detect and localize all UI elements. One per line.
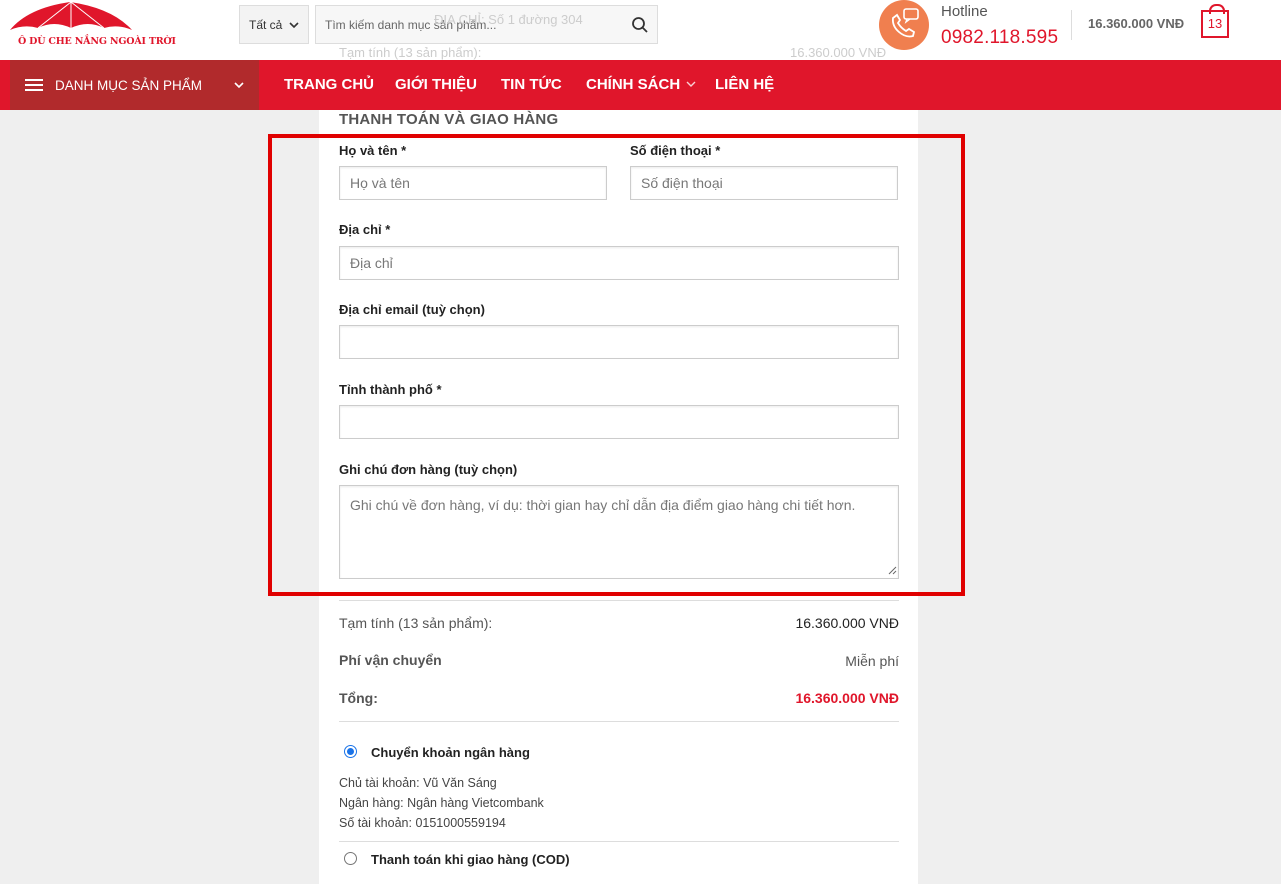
phone-chat-icon bbox=[891, 8, 919, 38]
cart-count: 13 bbox=[1207, 16, 1223, 31]
divider bbox=[339, 721, 899, 722]
total-value: 16.360.000 VNĐ bbox=[795, 690, 899, 706]
city-field[interactable] bbox=[339, 405, 899, 439]
main-nav: DANH MỤC SẢN PHẨM TRANG CHỦ GIỚI THIỆU T… bbox=[0, 60, 1281, 110]
name-label: Họ và tên * bbox=[339, 143, 407, 158]
search-icon[interactable] bbox=[631, 16, 649, 34]
city-label: Tỉnh thành phố * bbox=[339, 382, 442, 397]
category-menu-label: DANH MỤC SẢN PHẨM bbox=[55, 77, 203, 93]
category-select[interactable]: Tất cả bbox=[239, 5, 309, 44]
header-divider bbox=[1071, 10, 1072, 40]
bank-transfer-label[interactable]: Chuyển khoản ngân hàng bbox=[371, 745, 530, 760]
nav-item-contact[interactable]: LIÊN HỆ bbox=[715, 76, 774, 93]
logo-text: Ô DÙ CHE NẮNG NGOÀI TRỜI bbox=[18, 36, 176, 47]
behind-text-subtotal-value: 16.360.000 VNĐ bbox=[790, 45, 887, 60]
nav-item-about[interactable]: GIỚI THIỆU bbox=[395, 76, 477, 93]
resize-grip-icon[interactable] bbox=[888, 566, 897, 575]
shipping-value: Miễn phí bbox=[845, 653, 899, 669]
hotline-number[interactable]: 0982.118.595 bbox=[941, 27, 1058, 49]
hotline-label: Hotline bbox=[941, 3, 988, 20]
bank-account-holder: Chủ tài khoản: Vũ Văn Sáng bbox=[339, 776, 497, 790]
hotline-phone-icon[interactable] bbox=[879, 0, 929, 50]
nav-item-policy[interactable]: CHÍNH SÁCH bbox=[586, 76, 696, 93]
subtotal-value: 16.360.000 VNĐ bbox=[795, 615, 899, 631]
email-field[interactable] bbox=[339, 325, 899, 359]
cod-radio[interactable] bbox=[344, 852, 357, 865]
total-label: Tổng: bbox=[339, 690, 378, 706]
order-note-field[interactable] bbox=[339, 485, 899, 579]
umbrella-logo-icon bbox=[10, 1, 132, 30]
checkout-section-title: THANH TOÁN VÀ GIAO HÀNG bbox=[339, 111, 559, 128]
nav-item-policy-label: CHÍNH SÁCH bbox=[586, 76, 681, 93]
nav-item-news[interactable]: TIN TỨC bbox=[501, 76, 562, 93]
chevron-down-icon bbox=[234, 82, 244, 89]
cart-total[interactable]: 16.360.000 VNĐ bbox=[1088, 16, 1184, 31]
chevron-down-icon bbox=[289, 22, 299, 29]
cart-bag-icon[interactable]: 13 bbox=[1201, 4, 1229, 38]
phone-label: Số điện thoại * bbox=[630, 143, 721, 158]
category-menu-button[interactable]: DANH MỤC SẢN PHẨM bbox=[10, 60, 259, 110]
behind-text-address: ĐỊA CHỈ: Số 1 đường 304 bbox=[434, 12, 583, 27]
email-label: Địa chỉ email (tuỳ chọn) bbox=[339, 302, 485, 317]
address-field[interactable] bbox=[339, 246, 899, 280]
hamburger-icon bbox=[25, 76, 43, 94]
bank-account-number: Số tài khoản: 0151000559194 bbox=[339, 816, 506, 830]
shipping-label: Phí vận chuyển bbox=[339, 652, 442, 668]
bank-name: Ngân hàng: Ngân hàng Vietcombank bbox=[339, 796, 544, 810]
behind-text-subtotal-label: Tạm tính (13 sản phẩm): bbox=[339, 45, 482, 60]
category-select-value: Tất cả bbox=[249, 17, 283, 32]
site-header: Ô DÙ CHE NẮNG NGOÀI TRỜI Tất cả Tìm kiếm… bbox=[0, 0, 1281, 60]
phone-field[interactable] bbox=[630, 166, 898, 200]
chevron-down-icon bbox=[686, 81, 696, 87]
subtotal-label: Tạm tính (13 sản phẩm): bbox=[339, 615, 493, 631]
bank-transfer-radio[interactable] bbox=[344, 745, 357, 758]
cod-label[interactable]: Thanh toán khi giao hàng (COD) bbox=[371, 852, 570, 867]
divider bbox=[339, 841, 899, 842]
site-logo[interactable]: Ô DÙ CHE NẮNG NGOÀI TRỜI bbox=[8, 0, 176, 52]
order-note-label: Ghi chú đơn hàng (tuỳ chọn) bbox=[339, 462, 518, 477]
address-label: Địa chỉ * bbox=[339, 222, 391, 237]
name-field[interactable] bbox=[339, 166, 607, 200]
nav-item-home[interactable]: TRANG CHỦ bbox=[284, 76, 374, 93]
divider bbox=[339, 600, 899, 601]
